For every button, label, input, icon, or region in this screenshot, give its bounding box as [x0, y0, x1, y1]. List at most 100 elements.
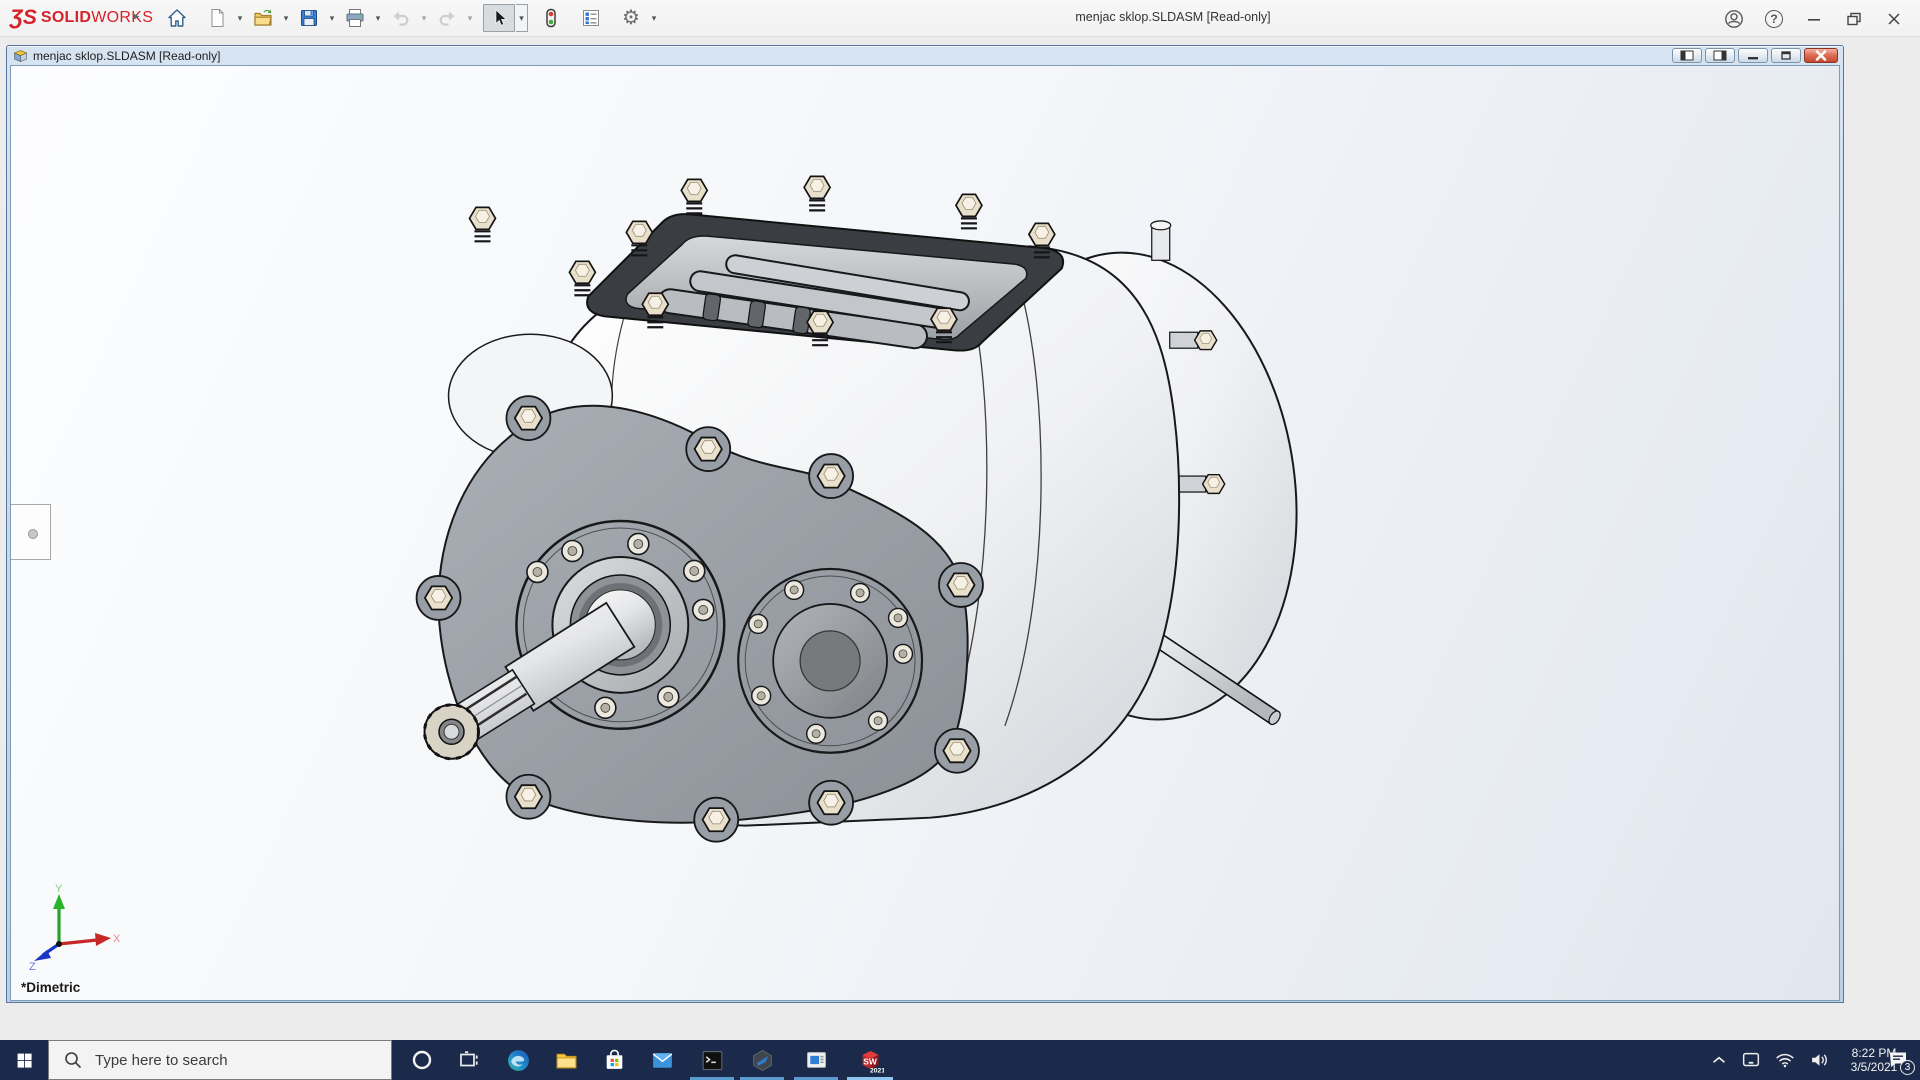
solidworks-2021-icon: SW 2021	[862, 1050, 884, 1074]
taskbar-hexagon-app[interactable]	[738, 1040, 786, 1080]
featuremanager-collapsed-tab[interactable]	[11, 504, 51, 560]
tablet-mode-icon	[1742, 1052, 1760, 1067]
document-title: menjac sklop.SLDASM [Read-only]	[33, 48, 221, 63]
account-icon	[1725, 10, 1743, 28]
print-button[interactable]	[339, 4, 371, 32]
cortana-icon	[412, 1050, 432, 1070]
tab-grip-dot	[28, 529, 38, 539]
rebuild-button[interactable]	[535, 4, 567, 32]
new-document-icon	[211, 9, 224, 27]
save-caret[interactable]: ▾	[326, 13, 338, 24]
options-button[interactable]: ⚙	[615, 4, 647, 32]
tablet-mode-button[interactable]	[1736, 1040, 1766, 1080]
view-orientation-label: *Dimetric	[21, 980, 81, 995]
toggle-right-pane-button[interactable]	[1705, 48, 1735, 63]
quick-access-toolbar: ▾ ▾ ▾ ▾ ▾ ▾ ▾ ⚙ ▾	[160, 3, 660, 33]
volume-button[interactable]	[1804, 1040, 1834, 1080]
close-icon	[1888, 13, 1900, 25]
print-icon	[346, 9, 364, 27]
windows-taskbar: SW 2021 8:22 PM 3/5/2021 3	[0, 1040, 1920, 1080]
taskbar-edge[interactable]	[494, 1040, 542, 1080]
app-titlebar: ƷS SOLID WORKS ▸ ▾ ▾ ▾ ▾ ▾ ▾ ▾ ⚙ ▾ menja…	[0, 0, 1920, 37]
dassault-logo-icon: ƷS	[10, 6, 37, 29]
gearbox-3d-model[interactable]	[11, 66, 1839, 1000]
task-view-button[interactable]	[446, 1040, 490, 1080]
triad-y-label: Y	[55, 883, 63, 895]
right-pane-icon	[1713, 50, 1727, 61]
search-icon	[65, 1052, 82, 1069]
brand-name-solid: SOLID	[40, 9, 92, 26]
graphics-viewport[interactable]: Y X Z *Dimetric	[10, 65, 1840, 1001]
toggle-left-pane-button[interactable]	[1672, 48, 1702, 63]
minimize-icon	[1808, 19, 1820, 21]
taskbar-command-prompt[interactable]	[688, 1040, 736, 1080]
assembly-file-icon	[13, 49, 28, 63]
hexagon-app-icon	[752, 1049, 772, 1071]
windows-logo-icon	[17, 1053, 32, 1068]
search-input[interactable]	[93, 1050, 347, 1070]
taskbar-solidworks[interactable]: SW 2021	[846, 1040, 894, 1080]
save-button[interactable]	[293, 4, 325, 32]
top-cover[interactable]	[468, 175, 1065, 352]
command-prompt-icon	[702, 1050, 722, 1070]
account-button[interactable]	[1722, 7, 1746, 31]
doc-minimize-icon	[1748, 57, 1758, 60]
cortana-button[interactable]	[400, 1040, 444, 1080]
close-button[interactable]	[1882, 7, 1906, 31]
doc-close-button[interactable]	[1804, 48, 1838, 63]
file-properties-button[interactable]	[575, 4, 607, 32]
redo-button[interactable]	[431, 4, 463, 32]
doc-close-icon	[1815, 50, 1827, 61]
mail-icon	[652, 1052, 672, 1068]
brand-name-works: WORKS	[91, 9, 154, 26]
restore-icon	[1847, 12, 1861, 26]
redo-icon	[439, 11, 455, 26]
home-button[interactable]	[161, 4, 193, 32]
doc-restore-button[interactable]	[1771, 48, 1801, 63]
open-caret[interactable]: ▾	[280, 13, 292, 24]
task-view-icon	[460, 1051, 478, 1067]
options-caret[interactable]: ▾	[648, 13, 660, 24]
chevron-up-icon	[1713, 1056, 1725, 1063]
taskbar-store[interactable]	[590, 1040, 638, 1080]
action-center-button[interactable]: 3	[1878, 1040, 1918, 1080]
new-document-caret[interactable]: ▾	[234, 13, 246, 24]
redo-caret[interactable]: ▾	[464, 13, 476, 24]
window-app-icon	[806, 1051, 826, 1068]
taskbar-search[interactable]	[48, 1040, 392, 1080]
taskbar-mail[interactable]	[638, 1040, 686, 1080]
edge-icon	[507, 1049, 529, 1071]
start-button[interactable]	[0, 1040, 48, 1080]
taskbar-frame-app[interactable]	[792, 1040, 840, 1080]
rear-bolt[interactable]	[1177, 473, 1226, 495]
rear-bolt[interactable]	[1169, 330, 1218, 351]
file-properties-icon	[583, 10, 599, 26]
doc-minimize-button[interactable]	[1738, 48, 1768, 63]
tray-overflow-button[interactable]	[1704, 1040, 1734, 1080]
new-document-button[interactable]	[201, 4, 233, 32]
help-button[interactable]: ?	[1762, 7, 1786, 31]
save-floppy-icon	[301, 10, 317, 26]
titlebar-controls: ?	[1722, 7, 1906, 31]
undo-button[interactable]	[385, 4, 417, 32]
select-tool-button[interactable]	[483, 4, 515, 32]
file-explorer-icon	[556, 1053, 576, 1068]
toolbar-flyout-arrow-icon[interactable]: ▸	[133, 8, 140, 24]
solidworks-app-window: ƷS SOLID WORKS ▸ ▾ ▾ ▾ ▾ ▾ ▾ ▾ ⚙ ▾ menja…	[0, 0, 1920, 1080]
triad-x-label: X	[113, 933, 121, 945]
svg-text:2021: 2021	[869, 1067, 883, 1074]
undo-caret[interactable]: ▾	[418, 13, 430, 24]
document-window-controls	[1672, 48, 1838, 63]
print-caret[interactable]: ▾	[372, 13, 384, 24]
document-window: menjac sklop.SLDASM [Read-only] Y X Z *D…	[6, 45, 1844, 1003]
restore-button[interactable]	[1842, 7, 1866, 31]
doc-restore-icon	[1781, 51, 1791, 60]
wifi-button[interactable]	[1770, 1040, 1800, 1080]
taskbar-file-explorer[interactable]	[542, 1040, 590, 1080]
document-titlebar[interactable]: menjac sklop.SLDASM [Read-only]	[10, 46, 1840, 65]
svg-text:SW: SW	[863, 1056, 877, 1066]
open-button[interactable]	[247, 4, 279, 32]
minimize-button[interactable]	[1802, 7, 1826, 31]
open-folder-icon	[254, 9, 272, 26]
select-tool-caret[interactable]: ▾	[516, 4, 528, 32]
